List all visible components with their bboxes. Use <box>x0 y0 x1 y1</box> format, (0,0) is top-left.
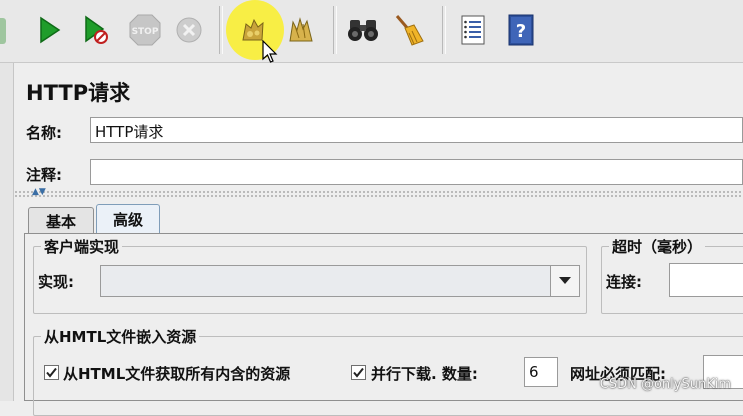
comment-label: 注释: <box>26 166 62 184</box>
help-icon: ? <box>508 14 534 46</box>
parallel-download-checkbox[interactable] <box>351 365 366 380</box>
tab-basic[interactable]: 基本 <box>28 207 94 234</box>
clear-all-icon <box>289 17 313 42</box>
toolbar-separator <box>219 6 223 54</box>
stop-icon-text: STOP <box>132 27 159 37</box>
play-no-pause-icon <box>85 15 108 44</box>
reset-search-button[interactable] <box>388 8 430 52</box>
function-helper-button[interactable] <box>452 8 494 52</box>
shutdown-icon <box>176 17 202 43</box>
name-label: 名称: <box>26 124 62 142</box>
retrieve-all-checkbox[interactable] <box>44 365 59 380</box>
parallel-count-input[interactable]: 6 <box>524 357 558 387</box>
tree-panel-edge <box>0 63 14 401</box>
implementation-select[interactable] <box>100 265 580 297</box>
clear-all-button[interactable] <box>280 8 322 52</box>
list-icon <box>461 15 485 45</box>
search-button[interactable] <box>342 8 384 52</box>
toolbar-edge-button[interactable] <box>0 18 6 44</box>
stop-button[interactable]: STOP <box>124 8 166 52</box>
toolbar-separator <box>442 6 446 54</box>
embedded-resources-title: 从HMTL文件嵌入资源 <box>41 326 200 347</box>
comment-input[interactable] <box>90 159 743 185</box>
connect-label: 连接: <box>606 273 642 291</box>
broom-icon <box>395 15 424 46</box>
help-icon-text: ? <box>516 21 526 42</box>
implementation-dropdown-button[interactable] <box>550 266 579 296</box>
implementation-label: 实现: <box>38 273 74 291</box>
play-icon <box>40 16 61 44</box>
shutdown-button[interactable] <box>168 8 210 52</box>
checkmark-icon <box>353 367 364 378</box>
retrieve-all-label[interactable]: 从HTML文件获取所有内含的资源 <box>63 363 290 384</box>
timeout-title: 超时（毫秒） <box>609 236 706 257</box>
chevron-down-icon <box>559 277 571 284</box>
timeout-group: 超时（毫秒） 连接: <box>601 236 743 314</box>
client-implementation-group: 客户端实现 实现: <box>33 236 587 314</box>
http-request-panel: HTTP请求 名称: HTTP请求 注释: ▲▼ 基本 高级 客户端实现 实现:… <box>14 63 743 416</box>
checkmark-icon <box>46 367 57 378</box>
connect-timeout-input[interactable] <box>669 263 743 297</box>
embedded-resources-group: 从HMTL文件嵌入资源 从HTML文件获取所有内含的资源 并行下载. 数量: 6… <box>33 326 743 416</box>
help-button[interactable]: ? <box>500 8 542 52</box>
name-input[interactable]: HTTP请求 <box>90 117 743 143</box>
toolbar-separator <box>333 6 337 54</box>
binoculars-icon <box>348 20 378 41</box>
panel-splitter[interactable] <box>14 190 743 197</box>
stop-icon: STOP <box>129 14 161 46</box>
advanced-tab-body: 客户端实现 实现: 超时（毫秒） 连接: 从HMTL文件嵌入资源 从HTML文件… <box>24 233 743 416</box>
start-button[interactable] <box>28 8 70 52</box>
watermark: CSDN @onlySunKim <box>599 377 731 392</box>
parallel-download-label[interactable]: 并行下载. 数量: <box>371 363 478 384</box>
splitter-arrows-icon[interactable]: ▲▼ <box>32 187 46 197</box>
mouse-cursor-icon <box>262 40 278 63</box>
tab-advanced[interactable]: 高级 <box>96 204 160 234</box>
client-implementation-title: 客户端实现 <box>41 236 123 257</box>
toolbar: STOP ? <box>0 0 743 63</box>
page-title: HTTP请求 <box>26 81 131 105</box>
start-no-pauses-button[interactable] <box>74 8 116 52</box>
